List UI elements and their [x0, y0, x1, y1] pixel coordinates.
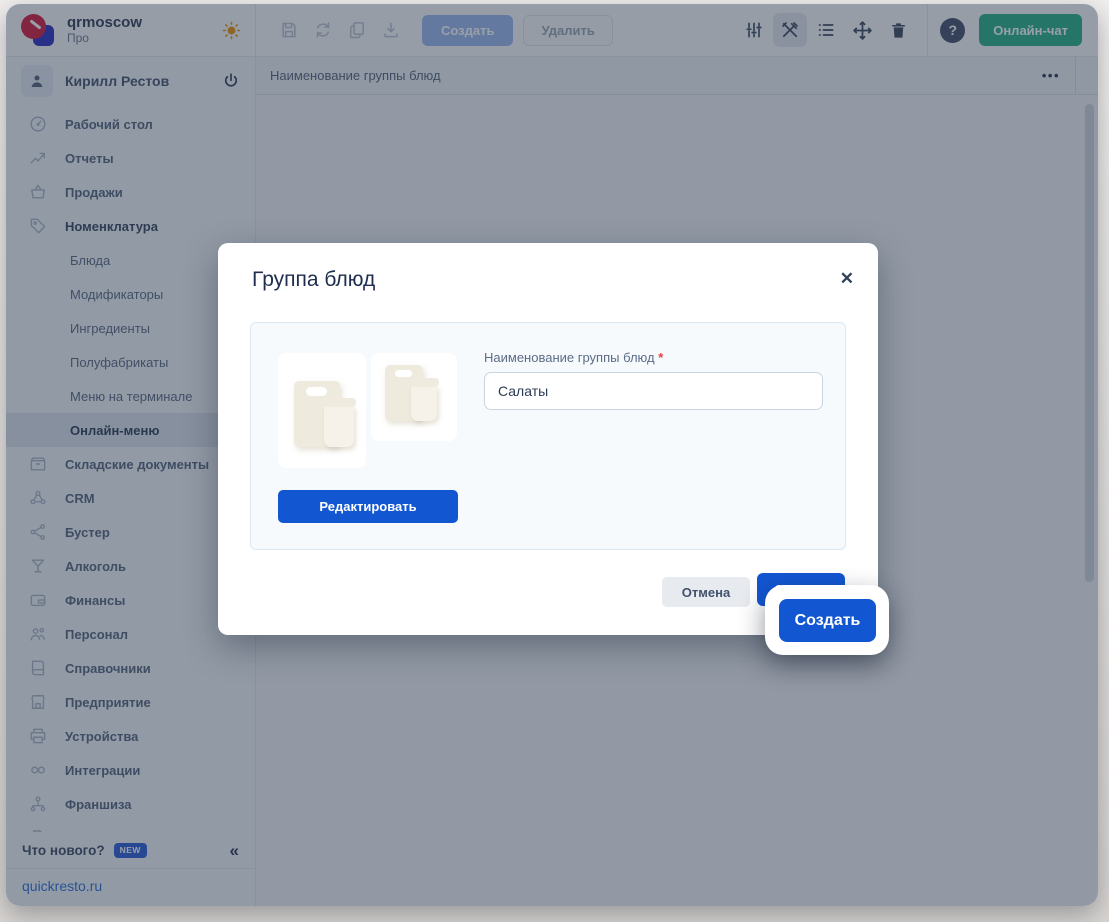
app-window: qrmoscow Про — [6, 4, 1098, 906]
group-name-input[interactable] — [484, 372, 823, 410]
group-image-preview-large[interactable] — [278, 353, 366, 468]
dish-group-modal: Группа блюд ✕ Наименование группы блюд *… — [218, 243, 878, 635]
create-button-highlight: Создать — [765, 585, 889, 655]
screen: qrmoscow Про — [0, 0, 1109, 922]
group-name-label: Наименование группы блюд * — [484, 350, 663, 365]
group-form-panel: Наименование группы блюд * Редактировать — [250, 322, 846, 550]
edit-image-button[interactable]: Редактировать — [278, 490, 458, 523]
required-asterisk: * — [658, 350, 663, 365]
coffee-cup-image — [324, 405, 354, 447]
create-button-highlighted[interactable]: Создать — [779, 599, 876, 642]
close-icon[interactable]: ✕ — [840, 269, 854, 289]
coffee-cup-image — [411, 385, 437, 421]
group-image-preview-small[interactable] — [371, 353, 457, 441]
modal-title: Группа блюд — [252, 268, 375, 292]
cancel-button[interactable]: Отмена — [662, 577, 750, 607]
